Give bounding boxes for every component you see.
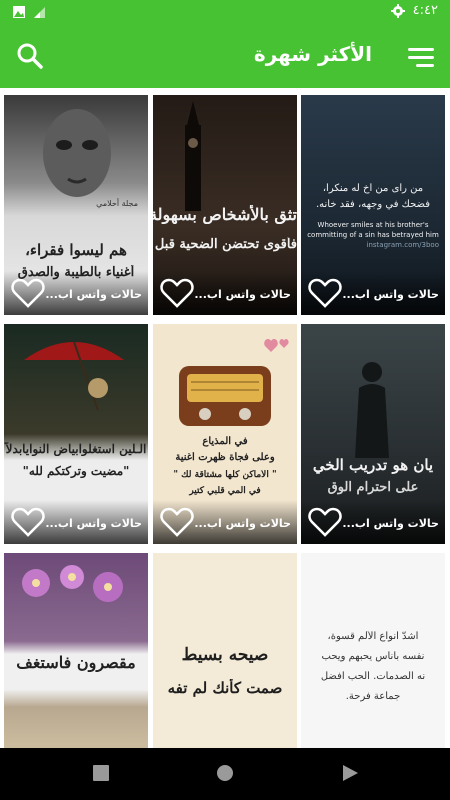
radio-image	[179, 366, 271, 426]
clock: ٤:٤٢	[412, 3, 438, 18]
status-bar: ٤:٤٢	[0, 0, 450, 24]
page-title: الأكثر شهرة	[253, 42, 372, 66]
card-quote: في المي قلبي كتير	[189, 486, 261, 496]
signal-icon	[34, 7, 45, 18]
card-quote: على احترام الوق	[327, 480, 419, 495]
status-card[interactable]: الـلين استغلوابياض النوايابدلاً "مضيت وت…	[4, 324, 148, 544]
tower-image	[185, 101, 201, 211]
child-face-image	[43, 109, 111, 197]
umbrella-image	[24, 341, 124, 411]
card-caption: حالات واتس اب...	[342, 288, 439, 301]
card-caption: حالات واتس اب...	[194, 288, 291, 301]
status-card[interactable]: صيحه بسيط صمت كأنك لم تفه	[153, 553, 297, 748]
status-card[interactable]: مجلة أحلامي هم ليسوا فقراء، أغنياء بالطي…	[4, 95, 148, 315]
card-caption: حالات واتس اب...	[45, 517, 142, 530]
status-grid: مجلة أحلامي هم ليسوا فقراء، أغنياء بالطي…	[0, 88, 450, 748]
card-quote: فأقوى تحتضن الضحية قبل إفتراسها	[153, 237, 297, 252]
photo-icon	[13, 6, 25, 18]
favorite-heart-icon[interactable]	[10, 277, 46, 309]
card-quote: من رأى من أخ له منكرا،	[322, 183, 424, 194]
card-quote: الـلين استغلوابياض النوايابدلاً	[5, 442, 147, 456]
card-quote: تثق بالأشخاص بسهولة	[153, 205, 297, 224]
card-quote: هم ليسوا فقراء،	[25, 241, 127, 259]
flowers-image	[22, 565, 123, 602]
card-quote: فضحك في وجهه، فقد خانه.	[315, 199, 430, 210]
status-card[interactable]: في المذياع وعلى فجأة ظهرت أغنية " الأماك…	[153, 324, 297, 544]
card-quote: يان هو تدريب الخي	[312, 456, 434, 474]
card-quote: committing of a sin has betrayed him	[307, 231, 439, 239]
favorite-heart-icon[interactable]	[307, 277, 343, 309]
hearts-image	[264, 339, 289, 352]
app-bar: الأكثر شهرة	[0, 24, 450, 88]
card-caption: حالات واتس اب...	[45, 288, 142, 301]
card-quote: صيحه بسيط	[181, 645, 269, 665]
recents-icon[interactable]	[92, 762, 110, 784]
status-card[interactable]: مقصرون فاستغف	[4, 553, 148, 748]
card-quote: أشدّ أنواع الألم قسوة،	[327, 631, 419, 642]
card-quote: نفسه بأناس يحبهم ويحب	[321, 651, 425, 662]
card-quote: في المذياع	[202, 436, 248, 447]
status-card[interactable]: أشدّ أنواع الألم قسوة، نفسه بأناس يحبهم …	[301, 553, 445, 748]
favorite-heart-icon[interactable]	[307, 506, 343, 538]
status-card[interactable]: يان هو تدريب الخي على احترام الوق حالات …	[301, 324, 445, 544]
card-caption: حالات واتس اب...	[194, 517, 291, 530]
menu-icon[interactable]	[406, 42, 436, 72]
card-caption: حالات واتس اب...	[342, 517, 439, 530]
card-quote: "مضيت وتركتكم لله"	[22, 464, 130, 478]
settings-icon	[390, 3, 405, 18]
card-quote: جماعة فرحة.	[345, 691, 401, 702]
watermark: مجلة أحلامي	[96, 199, 138, 208]
card-quote: Whoever smiles at his brother's	[317, 221, 429, 229]
person-image	[355, 362, 389, 458]
back-icon[interactable]	[340, 762, 360, 784]
card-quote: " الأماكن كلها مشتاقة لك "	[173, 470, 277, 480]
navigation-bar	[0, 748, 450, 800]
card-quote: نه الصدمات. الحب أفضل	[320, 671, 426, 682]
card-quote: وعلى فجأة ظهرت أغنية	[175, 452, 275, 463]
favorite-heart-icon[interactable]	[159, 506, 195, 538]
card-quote: مقصرون فاستغف	[16, 653, 136, 672]
home-icon[interactable]	[215, 762, 235, 784]
status-card[interactable]: من رأى من أخ له منكرا، فضحك في وجهه، فقد…	[301, 95, 445, 315]
card-quote: صمت كأنك لم تفه	[167, 679, 283, 697]
favorite-heart-icon[interactable]	[159, 277, 195, 309]
status-card[interactable]: تثق بالأشخاص بسهولة فأقوى تحتضن الضحية ق…	[153, 95, 297, 315]
favorite-heart-icon[interactable]	[10, 506, 46, 538]
watermark: instagram.com/3boo	[366, 241, 440, 249]
search-icon[interactable]	[14, 40, 46, 72]
